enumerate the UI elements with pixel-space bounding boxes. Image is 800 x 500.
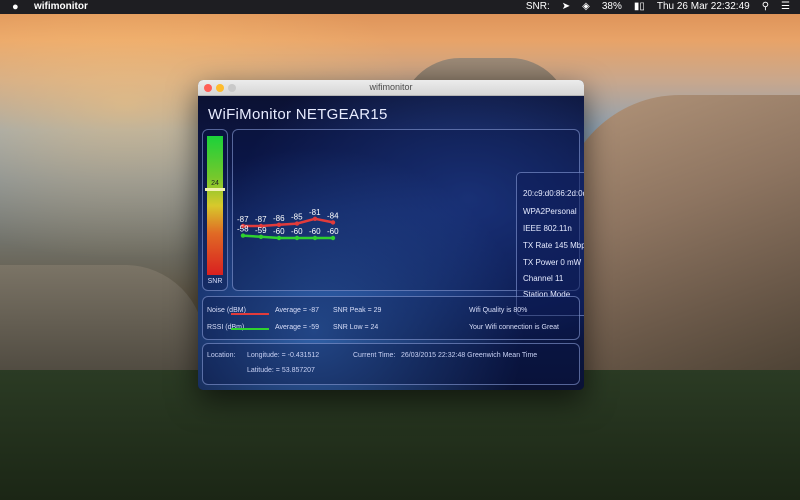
noise-value-label: -87 bbox=[255, 215, 267, 224]
location-panel: Location: Longitude: = -0.431512 Latitud… bbox=[202, 343, 580, 385]
rssi-average: Average = -59 bbox=[275, 324, 320, 331]
noise-point bbox=[330, 220, 336, 225]
snr-gauge bbox=[207, 136, 223, 275]
location-arrow-icon[interactable]: ➤ bbox=[562, 0, 570, 14]
battery-icon[interactable]: ▮▯ bbox=[634, 0, 645, 14]
wifi-quality-message: Your Wifi connection is Great bbox=[469, 324, 560, 331]
app-menu-name[interactable]: wifimonitor bbox=[34, 0, 88, 14]
stats-panel: Noise (dBM) RSSI (dBm) Average = -87 Ave… bbox=[202, 296, 580, 340]
noise-value-label: -81 bbox=[309, 208, 321, 217]
app-title: WiFiMonitor NETGEAR15 bbox=[208, 106, 388, 123]
network-info-panel: 20:c9:d0:86:2d:0d WPA2Personal IEEE 802.… bbox=[516, 172, 584, 316]
rssi-point bbox=[276, 235, 282, 241]
noise-point bbox=[294, 221, 300, 226]
title-bar[interactable]: wifimonitor bbox=[198, 80, 584, 96]
snr-peak: SNR Peak = 29 bbox=[333, 307, 382, 314]
noise-average: Average = -87 bbox=[275, 307, 320, 314]
rssi-point bbox=[330, 235, 336, 241]
zoom-button[interactable] bbox=[228, 84, 236, 92]
window-title: wifimonitor bbox=[369, 82, 413, 92]
signal-graph-panel: -87 -87 -86 -85 -81 -84 -58 -59 -60 -60 -60 -60 20:… bbox=[232, 129, 584, 316]
noise-value-label: -87 bbox=[237, 215, 249, 224]
tx-power: TX Power 0 mW bbox=[523, 258, 582, 267]
noise-point bbox=[312, 216, 318, 221]
snr-value: 24 bbox=[211, 179, 219, 187]
noise-value-label: -84 bbox=[327, 211, 339, 220]
snr-meter-panel: 24 SNR bbox=[202, 129, 228, 291]
clock[interactable]: Thu 26 Mar 22:32:49 bbox=[657, 0, 750, 14]
noise-value-label: -86 bbox=[273, 214, 285, 223]
snr-status-item[interactable]: SNR: bbox=[526, 0, 550, 14]
notification-center-icon[interactable]: ☰ bbox=[781, 0, 790, 14]
app-content: WiFiMonitor NETGEAR15 24 SNR -87 -87 -86 -8… bbox=[198, 96, 584, 390]
rssi-value-label: -60 bbox=[327, 227, 339, 236]
close-button[interactable] bbox=[204, 84, 212, 92]
rssi-legend-line bbox=[231, 328, 269, 330]
wallpaper-hill bbox=[0, 265, 205, 375]
wifi-standard: IEEE 802.11n bbox=[523, 224, 572, 233]
wifi-icon[interactable]: ◈ bbox=[582, 0, 590, 14]
wifi-quality: Wifi Quality is 80% bbox=[469, 307, 528, 314]
rssi-value-label: -59 bbox=[255, 226, 267, 235]
mac-address: 20:c9:d0:86:2d:0d bbox=[523, 189, 584, 198]
location-label: Location: bbox=[207, 352, 236, 359]
status-area: SNR: ➤ ◈ 38% ▮▯ Thu 26 Mar 22:32:49 ⚲ ☰ bbox=[526, 0, 790, 14]
rssi-value-label: -60 bbox=[309, 227, 321, 236]
noise-legend-line bbox=[231, 313, 269, 315]
rssi-value-label: -60 bbox=[273, 227, 285, 236]
security-type: WPA2Personal bbox=[523, 207, 577, 216]
snr-label: SNR bbox=[207, 278, 223, 285]
snr-low: SNR Low = 24 bbox=[333, 324, 379, 331]
channel: Channel 11 bbox=[523, 274, 564, 283]
current-time-value: 26/03/2015 22:32:48 Greenwich Mean Time bbox=[401, 352, 538, 359]
apple-menu-icon[interactable]: ● bbox=[12, 0, 19, 14]
current-time-label: Current Time: bbox=[353, 352, 396, 359]
battery-percent[interactable]: 38% bbox=[602, 0, 622, 14]
spotlight-icon[interactable]: ⚲ bbox=[762, 0, 769, 14]
rssi-value-label: -58 bbox=[237, 225, 249, 234]
rssi-point bbox=[294, 235, 300, 241]
rssi-point bbox=[258, 234, 264, 239]
noise-value-label: -85 bbox=[291, 213, 303, 222]
latitude: Latitude: = 53.857207 bbox=[247, 367, 315, 374]
snr-level-marker bbox=[205, 187, 225, 191]
rssi-value-label: -60 bbox=[291, 227, 303, 236]
rssi-point bbox=[312, 235, 318, 241]
minimize-button[interactable] bbox=[216, 84, 224, 92]
rssi-point bbox=[240, 233, 246, 238]
app-window: wifimonitor WiFiMonitor NETGEAR15 24 SNR… bbox=[198, 80, 584, 390]
menu-bar: ● wifimonitor SNR: ➤ ◈ 38% ▮▯ Thu 26 Mar… bbox=[0, 0, 800, 14]
wallpaper-cliff bbox=[560, 95, 800, 385]
tx-rate: TX Rate 145 Mbps bbox=[523, 241, 584, 250]
longitude: Longitude: = -0.431512 bbox=[247, 352, 320, 359]
